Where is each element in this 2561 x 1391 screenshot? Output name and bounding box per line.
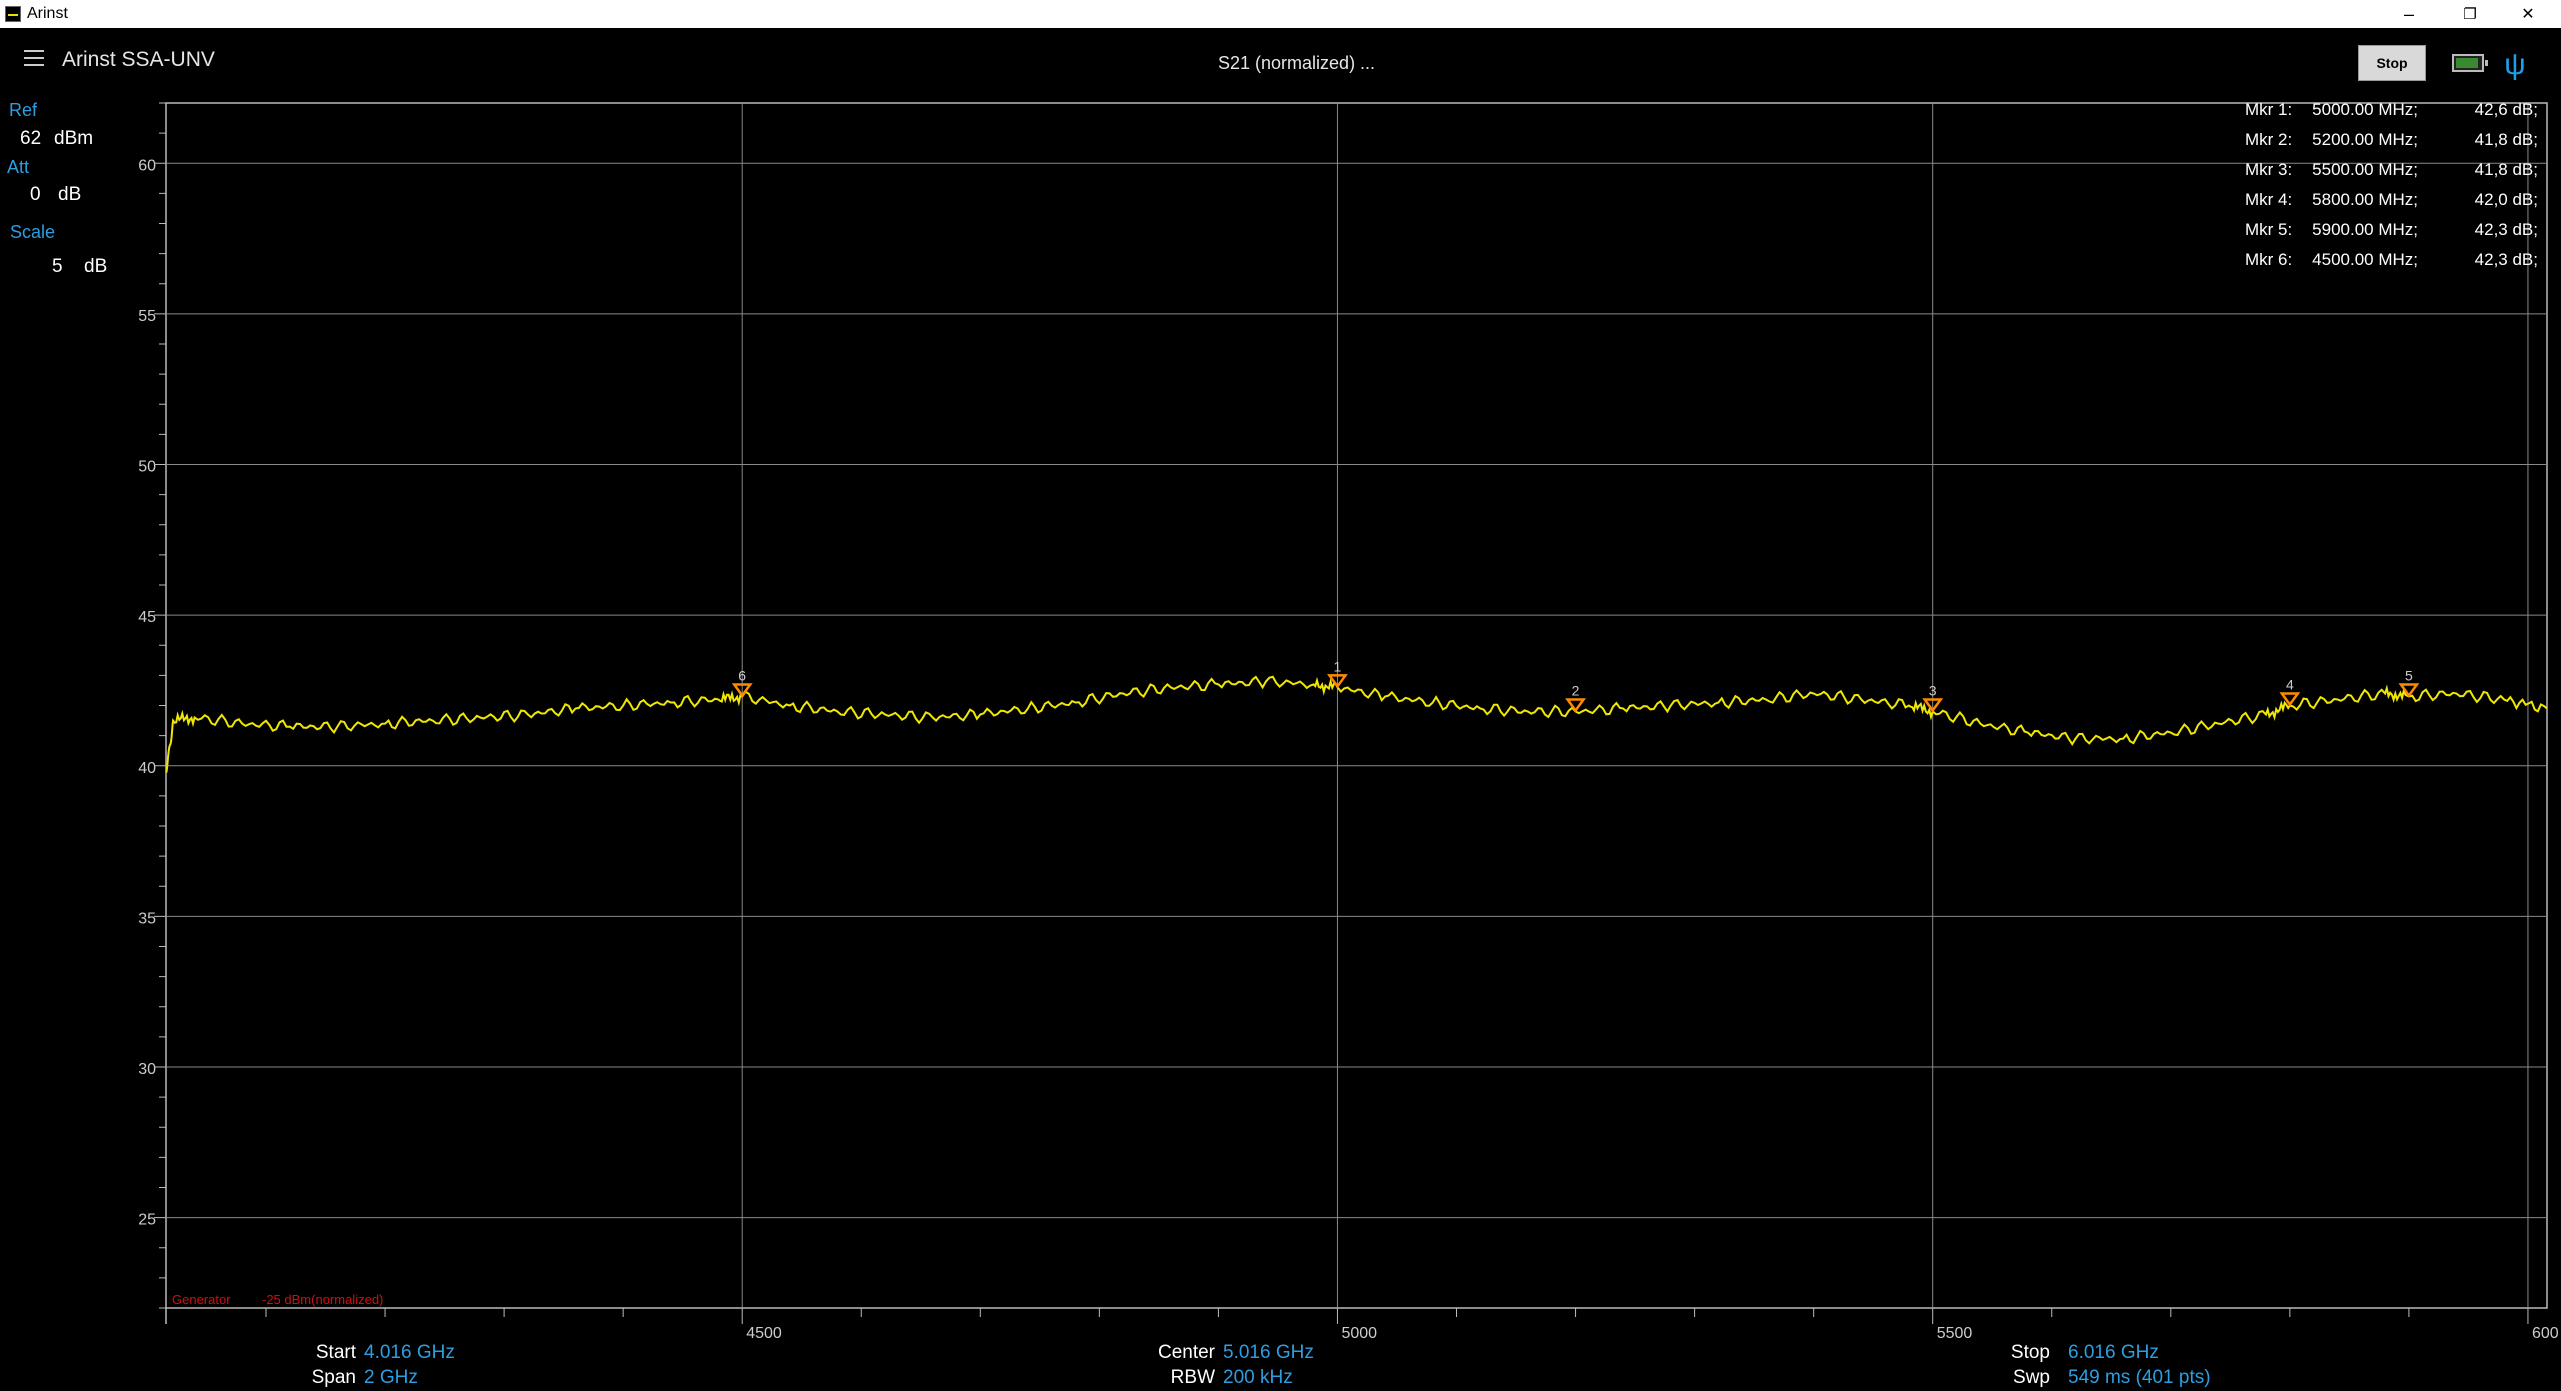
marker-frequency: 4500.00 MHz;	[2312, 250, 2418, 269]
x-tick-label: 5500	[1937, 1325, 1973, 1342]
marker-name: Mkr 1:	[2245, 100, 2293, 119]
marker-table: Mkr 1: 5000.00 MHz; 42,6 dB; Mkr 2: 5200.00 …	[2235, 100, 2543, 280]
trace-line	[165, 675, 2548, 773]
marker-level: 42,3 dB;	[2474, 250, 2538, 269]
marker-frequency: 5200.00 MHz;	[2312, 130, 2418, 149]
spectrum-plot[interactable]: 25303540455055604500 5000 5500 60012 3 456	[0, 0, 2561, 1391]
x-tick-label: 4500	[746, 1325, 782, 1342]
marker-number-label: 6	[738, 667, 746, 683]
marker-row[interactable]: Mkr 4: 5800.00 MHz; 42,0 dB;	[2235, 190, 2543, 220]
stop-value[interactable]: 6.016 GHz	[2068, 1342, 2159, 1364]
rbw-value[interactable]: 200 kHz	[1223, 1367, 1293, 1389]
marker-row[interactable]: Mkr 5: 5900.00 MHz; 42,3 dB;	[2235, 220, 2543, 250]
marker-name: Mkr 6:	[2245, 250, 2293, 269]
y-tick-label: 50	[138, 459, 156, 476]
center-value[interactable]: 5.016 GHz	[1223, 1342, 1314, 1364]
marker-level: 41,8 dB;	[2474, 160, 2538, 179]
swp-label: Swp	[2013, 1367, 2050, 1388]
swp-value[interactable]: 549 ms (401 pts)	[2068, 1367, 2211, 1389]
marker-frequency: 5800.00 MHz;	[2312, 190, 2418, 209]
y-tick-label: 60	[138, 157, 156, 174]
x-tick-label: 600	[2532, 1325, 2559, 1342]
marker-row[interactable]: Mkr 6: 4500.00 MHz; 42,3 dB;	[2235, 250, 2543, 280]
marker-level: 41,8 dB;	[2474, 130, 2538, 149]
marker-level: 42,3 dB;	[2474, 220, 2538, 239]
y-tick-label: 35	[138, 910, 156, 927]
marker-number-label: 4	[2286, 677, 2294, 693]
marker-name: Mkr 5:	[2245, 220, 2293, 239]
x-tick-label: 5000	[1341, 1325, 1377, 1342]
y-tick-label: 55	[138, 308, 156, 325]
start-value[interactable]: 4.016 GHz	[364, 1342, 455, 1364]
marker-number-label: 1	[1334, 658, 1342, 674]
start-label: Start	[315, 1342, 356, 1363]
marker-frequency: 5000.00 MHz;	[2312, 100, 2418, 119]
plot-frame	[165, 102, 2548, 1309]
y-tick-label: 40	[138, 760, 156, 777]
y-tick-label: 30	[138, 1061, 156, 1078]
marker-name: Mkr 2:	[2245, 130, 2293, 149]
span-label: Span	[311, 1367, 356, 1388]
marker-row[interactable]: Mkr 1: 5000.00 MHz; 42,6 dB;	[2235, 100, 2543, 130]
span-value[interactable]: 2 GHz	[364, 1367, 418, 1389]
y-tick-label: 25	[138, 1212, 156, 1229]
marker-name: Mkr 4:	[2245, 190, 2293, 209]
marker-name: Mkr 3:	[2245, 160, 2293, 179]
stop-label: Stop	[2010, 1342, 2050, 1363]
y-tick-label: 45	[138, 609, 156, 626]
generator-value: -25 dBm(normalized)	[262, 1292, 384, 1307]
marker-number-label: 2	[1572, 683, 1580, 699]
marker-row[interactable]: Mkr 2: 5200.00 MHz; 41,8 dB;	[2235, 130, 2543, 160]
marker-number-label: 3	[1929, 683, 1937, 699]
center-label: Center	[1157, 1342, 1215, 1363]
generator-label: Generator	[172, 1292, 231, 1307]
rbw-label: RBW	[1170, 1367, 1215, 1388]
marker-number-label: 5	[2405, 667, 2413, 683]
marker-row[interactable]: Mkr 3: 5500.00 MHz; 41,8 dB;	[2235, 160, 2543, 190]
marker-level: 42,0 dB;	[2474, 190, 2538, 209]
marker-frequency: 5900.00 MHz;	[2312, 220, 2418, 239]
marker-level: 42,6 dB;	[2474, 100, 2538, 119]
marker-frequency: 5500.00 MHz;	[2312, 160, 2418, 179]
